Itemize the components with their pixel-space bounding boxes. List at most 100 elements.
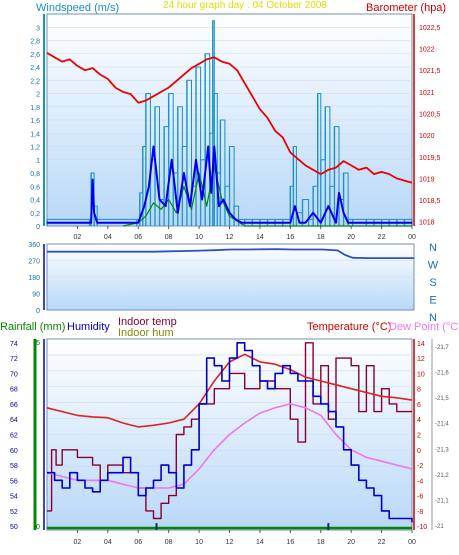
windspeed-tick-label: 2,2 — [30, 78, 40, 85]
windspeed-tick-label: 2,4 — [30, 65, 40, 72]
rainfall-axis-label: Rainfall (mm) — [0, 321, 65, 333]
barometer-tick-label: 1022,5 — [419, 25, 441, 32]
indoor-tick-label: -21,2 — [435, 473, 449, 479]
wind-x-label: 08 — [165, 234, 173, 241]
humidity-tick-label: 58 — [10, 463, 18, 470]
indoor-tick-label: -21,3 — [435, 447, 449, 453]
wind-x-label: 00 — [408, 234, 416, 241]
windspeed-tick-label: 2,6 — [30, 52, 40, 59]
temperature-tick-label: -6 — [417, 494, 423, 501]
humidity-tick-label: 60 — [10, 448, 18, 455]
compass-label: S — [429, 277, 436, 289]
windspeed-tick-label: 1,8 — [30, 105, 40, 112]
barometer-tick-label: 1021 — [419, 90, 435, 97]
barometer-tick-label: 1019,5 — [419, 155, 441, 162]
temperature-tick-label: -10 — [417, 524, 427, 531]
barometer-tick-label: 1021,5 — [419, 68, 441, 75]
temperature-tick-label: 6 — [417, 402, 421, 409]
windspeed-tick-label: 2,8 — [30, 39, 40, 46]
humidity-tick-label: 54 — [10, 494, 18, 501]
wind-x-label: 02 — [74, 234, 82, 241]
temp-x-label: 06 — [134, 539, 142, 546]
indoor-tick-label: -21,6 — [435, 371, 449, 377]
temp-x-label: 04 — [104, 539, 112, 546]
windspeed-tick-label: 0,4 — [30, 198, 40, 205]
indoor-tick-label: -21,4 — [435, 422, 449, 428]
windspeed-tick-label: 1 — [36, 158, 40, 165]
temp-x-label: 14 — [256, 539, 264, 546]
wind-x-label: 22 — [378, 234, 386, 241]
humidity-tick-label: 68 — [10, 387, 18, 394]
humidity-tick-label: 50 — [10, 524, 18, 531]
temperature-tick-label: 0 — [417, 448, 421, 455]
temperature-axis-label: Temperature (°C) — [307, 321, 391, 333]
temp-x-label: 16 — [286, 539, 294, 546]
temp-x-label: 20 — [347, 539, 355, 546]
wind-x-label: 06 — [134, 234, 142, 241]
humidity-tick-label: 56 — [10, 478, 18, 485]
indoor-tick-label: -21 — [435, 524, 444, 530]
rain-tick-label: 5 — [36, 340, 40, 347]
temperature-tick-label: 4 — [417, 417, 421, 424]
temperature-tick-label: 2 — [417, 433, 421, 440]
direction-tick-label: 90 — [32, 292, 40, 299]
compass-label: W — [428, 260, 439, 272]
indoor-tick-label: -21,7 — [435, 345, 449, 351]
wind-x-label: 18 — [317, 234, 325, 241]
windspeed-tick-label: 1,6 — [30, 118, 40, 125]
wind-direction-chart: 090180270360 NWSEN — [28, 242, 438, 324]
rain-tick-label: 0 — [36, 524, 40, 531]
humidity-tick-label: 70 — [10, 371, 18, 378]
windspeed-tick-label: 1,4 — [30, 131, 40, 138]
weather-graphs: 24 hour graph day : 04 October 2008 Wind… — [0, 0, 459, 546]
windspeed-tick-label: 0,6 — [30, 184, 40, 191]
humidity-tick-label: 72 — [10, 356, 18, 363]
temp-x-label: 18 — [317, 539, 325, 546]
windspeed-tick-label: 2 — [36, 92, 40, 99]
temperature-tick-label: -8 — [417, 509, 423, 516]
humidity-tick-label: 52 — [10, 509, 18, 516]
temperature-humidity-chart: 5052545658606264666870727405-10-8-6-4-20… — [10, 338, 449, 546]
barometer-tick-label: 1020,5 — [419, 112, 441, 119]
direction-tick-label: 0 — [36, 308, 40, 315]
barometer-tick-label: 1022 — [419, 47, 435, 54]
temperature-tick-label: -4 — [417, 478, 423, 485]
temperature-tick-label: 12 — [417, 356, 425, 363]
temperature-tick-label: 8 — [417, 387, 421, 394]
humidity-tick-label: 74 — [10, 341, 18, 348]
barometer-tick-label: 1020 — [419, 133, 435, 140]
temp-x-label: 10 — [195, 539, 203, 546]
temperature-tick-label: 14 — [417, 341, 425, 348]
windspeed-axis-label: Windspeed (m/s) — [36, 2, 119, 14]
humidity-axis-label: Humidity — [67, 321, 110, 333]
temp-x-label: 08 — [165, 539, 173, 546]
chart-title: 24 hour graph day : 04 October 2008 — [163, 0, 327, 11]
barometer-axis-label: Barometer (hpa) — [366, 2, 446, 14]
wind-x-label: 10 — [195, 234, 203, 241]
humidity-tick-label: 64 — [10, 417, 18, 424]
barometer-tick-label: 1018 — [419, 220, 435, 227]
compass-label: N — [429, 242, 437, 254]
barometer-tick-label: 1019 — [419, 176, 435, 183]
humidity-tick-label: 62 — [10, 433, 18, 440]
barometer-tick-label: 1018,5 — [419, 198, 441, 205]
wind-x-label: 16 — [286, 234, 294, 241]
windspeed-tick-label: 0,2 — [30, 211, 40, 218]
wind-x-label: 12 — [226, 234, 234, 241]
windspeed-tick-label: 0 — [36, 224, 40, 231]
temp-x-label: 22 — [378, 539, 386, 546]
windspeed-tick-label: 0,8 — [30, 171, 40, 178]
windspeed-tick-label: 3 — [36, 25, 40, 32]
wind-barometer-chart: 0 0,2 0,4 0,6 0,8 1 1,2 1,4 1,6 1,8 2 2,2 2,4 2,6 2,8 3… — [30, 13, 441, 241]
direction-tick-label: 360 — [28, 242, 40, 249]
dew-point-axis-label: Dew Point (°C) — [389, 321, 459, 333]
humidity-tick-label: 66 — [10, 402, 18, 409]
indoor-tick-label: -21,5 — [435, 396, 449, 402]
wind-x-label: 14 — [256, 234, 264, 241]
temperature-tick-label: -2 — [417, 463, 423, 470]
wind-x-label: 20 — [347, 234, 355, 241]
indoor-hum-label: Indoor hum — [118, 327, 174, 339]
wind-x-label: 04 — [104, 234, 112, 241]
compass-label: E — [429, 295, 436, 307]
temp-x-label: 12 — [226, 539, 234, 546]
